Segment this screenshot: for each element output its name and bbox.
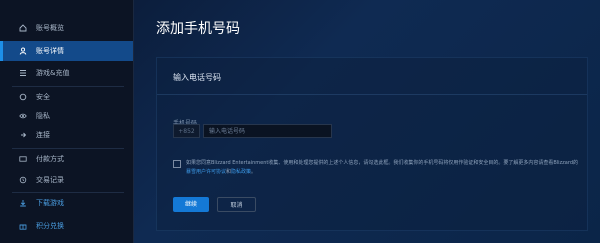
- consent-checkbox[interactable]: [173, 160, 181, 168]
- sidebar-item-label: 安全: [36, 93, 50, 101]
- sidebar-item-label: 付款方式: [36, 155, 64, 163]
- sidebar-item-label: 连接: [36, 131, 50, 139]
- person-icon: [19, 47, 27, 55]
- user-license-link[interactable]: 暴雪用户许可协议: [186, 169, 226, 175]
- page-title: 添加手机号码: [156, 21, 240, 37]
- sidebar-item-label: 账号概览: [36, 24, 64, 32]
- sidebar-item-connections[interactable]: 连接: [0, 125, 133, 145]
- account-settings-page: 账号概览 账号详情 游戏&充值 安全 隐私 连接 付款方式 交易记录 下载游戏 …: [0, 0, 600, 243]
- consent-text-part: 。: [251, 169, 257, 175]
- sidebar-item-label: 账号详情: [36, 47, 64, 55]
- consent-text: 如果您同意Blizzard Entertainment收集、使用和处理您提供的上…: [186, 159, 581, 177]
- sidebar-item-label: 游戏&充值: [36, 69, 70, 77]
- sidebar-item-account-overview[interactable]: 账号概览: [0, 18, 133, 38]
- sidebar-item-account-details[interactable]: 账号详情: [0, 41, 133, 61]
- consent-text-part: 如果您同意Blizzard Entertainment收集、使用和处理您提供的上…: [186, 160, 579, 166]
- cancel-button[interactable]: 取消: [217, 197, 256, 212]
- sidebar-item-transaction-history[interactable]: 交易记录: [0, 170, 133, 190]
- download-icon: [19, 199, 27, 207]
- credit-card-icon: [19, 155, 27, 163]
- phone-number-input[interactable]: [203, 124, 332, 138]
- panel-title: 输入电话号码: [173, 73, 221, 82]
- home-icon: [19, 24, 27, 32]
- sidebar-item-points-redeem[interactable]: 积分兑换: [0, 216, 133, 236]
- country-code-select[interactable]: +852: [173, 124, 200, 138]
- sidebar-item-security[interactable]: 安全: [0, 87, 133, 107]
- sidebar-item-label: 交易记录: [36, 176, 64, 184]
- panel-header: 输入电话号码: [157, 58, 587, 95]
- sidebar-item-label: 隐私: [36, 112, 50, 120]
- shield-icon: [19, 93, 27, 101]
- link-icon: [19, 131, 27, 139]
- sidebar-item-label: 下载游戏: [36, 199, 64, 207]
- eye-icon: [19, 112, 27, 120]
- list-icon: [19, 69, 27, 77]
- privacy-policy-link[interactable]: 隐私政策: [231, 169, 251, 175]
- phone-number-panel: 输入电话号码 手机号码 +852 如果您同意Blizzard Entertain…: [156, 57, 588, 231]
- sidebar-item-privacy[interactable]: 隐私: [0, 106, 133, 126]
- sidebar-item-games-recharge[interactable]: 游戏&充值: [0, 63, 133, 83]
- sidebar-item-download-games[interactable]: 下载游戏: [0, 193, 133, 213]
- sidebar-item-label: 积分兑换: [36, 222, 64, 230]
- gift-icon: [19, 222, 27, 230]
- sidebar: 账号概览 账号详情 游戏&充值 安全 隐私 连接 付款方式 交易记录 下载游戏 …: [0, 0, 134, 243]
- continue-button[interactable]: 继续: [173, 197, 209, 212]
- sidebar-item-payment-methods[interactable]: 付款方式: [0, 149, 133, 169]
- receipt-icon: [19, 176, 27, 184]
